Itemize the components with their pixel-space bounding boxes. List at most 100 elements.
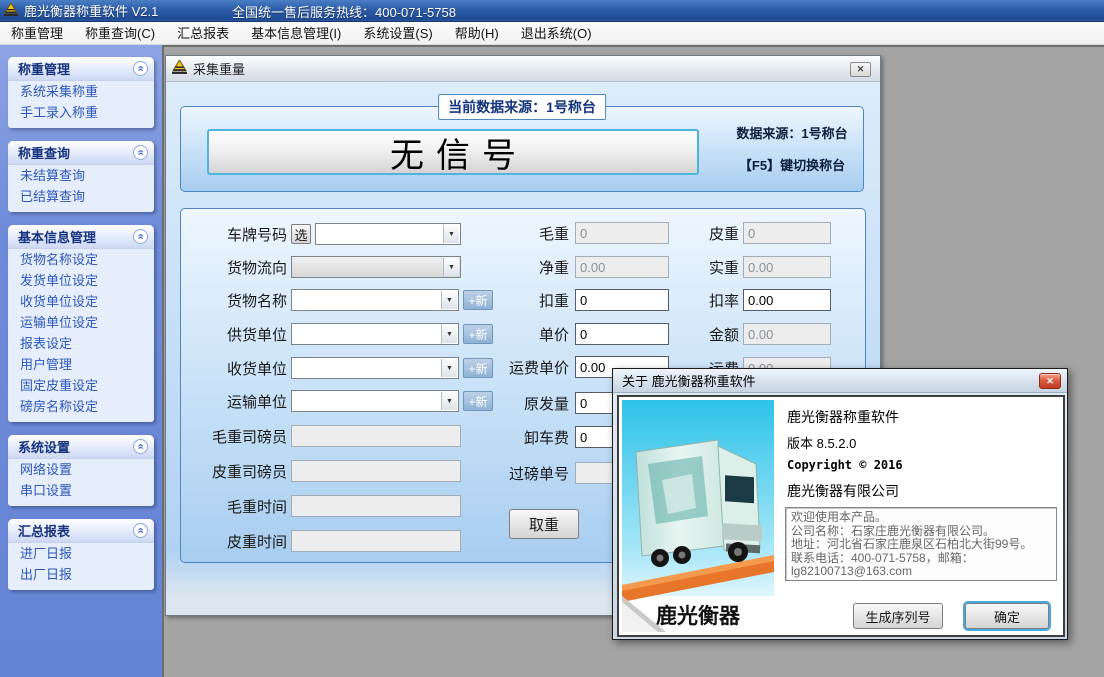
menu-system-settings[interactable]: 系统设置(S) (352, 22, 443, 45)
sidebar-item-serial-settings[interactable]: 串口设置 (8, 480, 154, 501)
sidebar-item-unsettled-query[interactable]: 未结算查询 (8, 165, 154, 186)
menu-exit[interactable]: 退出系统(O) (510, 22, 603, 45)
sidebar-item-settled-query[interactable]: 已结算查询 (8, 186, 154, 207)
menu-weigh-manage[interactable]: 称重管理 (0, 22, 74, 45)
dropdown-arrow-icon[interactable] (443, 258, 459, 276)
gross-operator-label: 毛重司磅员 (185, 426, 287, 447)
dropdown-arrow-icon[interactable] (443, 225, 459, 243)
plate-select-button[interactable]: 选 (291, 224, 311, 244)
weight-display: 无信号 (207, 129, 699, 175)
plate-number-label: 车牌号码 (185, 224, 287, 245)
dropdown-arrow-icon[interactable] (441, 325, 457, 343)
tare-operator-field (291, 460, 461, 482)
data-source-groupbox: 当前数据来源：1号称台 无信号 数据来源：1号称台 【F5】键切换称台 (180, 106, 864, 192)
generate-serial-button[interactable]: 生成序列号 (853, 603, 943, 629)
gross-operator-field (291, 425, 461, 447)
sidebar-group-title: 称重查询 (18, 143, 70, 162)
collapse-chevron-icon[interactable] (133, 145, 148, 160)
supplier-label: 供货单位 (185, 324, 287, 345)
window-title: 采集重量 (193, 59, 245, 78)
deduct-rate-field[interactable] (743, 289, 831, 311)
dropdown-arrow-icon[interactable] (441, 392, 457, 410)
menu-summary-report[interactable]: 汇总报表 (166, 22, 240, 45)
sidebar-group-header[interactable]: 系统设置 (8, 435, 154, 459)
menu-weigh-query[interactable]: 称重查询(C) (74, 22, 166, 45)
sidebar-item-inbound-daily[interactable]: 进厂日报 (8, 543, 154, 564)
collapse-chevron-icon[interactable] (133, 439, 148, 454)
dropdown-arrow-icon[interactable] (441, 291, 457, 309)
truck-photo-caption: 鹿光衡器 (622, 600, 774, 630)
sidebar-item-manual-entry[interactable]: 手工录入称重 (8, 102, 154, 123)
receiver-label: 收货单位 (185, 358, 287, 379)
tare-weight-field (743, 222, 831, 244)
transport-combo[interactable] (291, 390, 459, 412)
switch-scale-hint: 【F5】键切换称台 (721, 155, 863, 174)
data-source-line: 数据来源：1号称台 (721, 123, 863, 142)
sidebar-group-title: 系统设置 (18, 437, 70, 456)
sidebar-group-header[interactable]: 基本信息管理 (8, 225, 154, 249)
about-info-box: 欢迎使用本产品。 公司名称：石家庄鹿光衡器有限公司。 地址：河北省石家庄鹿泉区石… (785, 507, 1057, 581)
sidebar-group-header[interactable]: 称重查询 (8, 141, 154, 165)
sidebar-group-weigh-query: 称重查询 未结算查询 已结算查询 (8, 141, 154, 212)
net-weight-label: 净重 (471, 257, 569, 278)
goods-name-combo[interactable] (291, 289, 459, 311)
ok-button[interactable]: 确定 (965, 603, 1049, 629)
goods-flow-label: 货物流向 (185, 257, 287, 278)
sidebar-item-receiver-unit[interactable]: 收货单位设定 (8, 291, 154, 312)
gross-weight-label: 毛重 (471, 223, 569, 244)
amount-field (743, 323, 831, 345)
tare-time-label: 皮重时间 (185, 531, 287, 552)
sidebar-item-network-settings[interactable]: 网络设置 (8, 459, 154, 480)
sidebar-group-title: 基本信息管理 (18, 227, 96, 246)
goods-name-label: 货物名称 (185, 290, 287, 311)
hotline-text: 全国统一售后服务热线：400-071-5758 (232, 2, 456, 21)
freight-price-label: 运费单价 (471, 357, 569, 378)
collapse-chevron-icon[interactable] (133, 61, 148, 76)
sidebar-item-fixed-tare[interactable]: 固定皮重设定 (8, 375, 154, 396)
sidebar-item-report-settings[interactable]: 报表设定 (8, 333, 154, 354)
take-weight-button[interactable]: 取重 (509, 509, 579, 539)
menu-help[interactable]: 帮助(H) (444, 22, 510, 45)
original-qty-label: 原发量 (471, 393, 569, 414)
about-product-name: 鹿光衡器称重软件 (787, 407, 899, 427)
sidebar-group-header[interactable]: 称重管理 (8, 57, 154, 81)
tare-weight-label: 皮重 (659, 223, 739, 244)
actual-weight-field (743, 256, 831, 278)
sidebar-group-header[interactable]: 汇总报表 (8, 519, 154, 543)
about-dialog-content: 鹿光衡器 鹿光衡器称重软件 版本 8.5.2.0 Copyright © 201… (617, 395, 1065, 637)
about-info-line: 欢迎使用本产品。 (791, 511, 1051, 525)
window-close-icon[interactable] (850, 62, 871, 77)
supplier-combo[interactable] (291, 323, 459, 345)
app-logo-icon (4, 3, 18, 19)
menu-basic-info[interactable]: 基本信息管理(I) (240, 22, 352, 45)
actual-weight-label: 实重 (659, 257, 739, 278)
sidebar-item-scale-house-name[interactable]: 磅房名称设定 (8, 396, 154, 417)
dialog-close-icon[interactable] (1039, 373, 1061, 389)
sidebar-item-transport-unit[interactable]: 运输单位设定 (8, 312, 154, 333)
transport-label: 运输单位 (185, 391, 287, 412)
sidebar-group-weigh-manage: 称重管理 系统采集称重 手工录入称重 (8, 57, 154, 128)
sidebar-item-sender-unit[interactable]: 发货单位设定 (8, 270, 154, 291)
plate-number-combo[interactable] (315, 223, 461, 245)
dropdown-arrow-icon[interactable] (441, 359, 457, 377)
collect-weight-titlebar: 采集重量 (166, 56, 880, 82)
unload-fee-label: 卸车费 (471, 427, 569, 448)
sidebar-group-basic-info: 基本信息管理 货物名称设定 发货单位设定 收货单位设定 运输单位设定 报表设定 … (8, 225, 154, 422)
receiver-combo[interactable] (291, 357, 459, 379)
sidebar-item-goods-name[interactable]: 货物名称设定 (8, 249, 154, 270)
unit-price-field[interactable] (575, 323, 669, 345)
sidebar-item-user-manage[interactable]: 用户管理 (8, 354, 154, 375)
sidebar: 称重管理 系统采集称重 手工录入称重 称重查询 未结算查询 已结算查询 基本信息… (0, 45, 162, 677)
gross-time-label: 毛重时间 (185, 496, 287, 517)
menu-bar: 称重管理 称重查询(C) 汇总报表 基本信息管理(I) 系统设置(S) 帮助(H… (0, 22, 1104, 45)
deduct-weight-field[interactable] (575, 289, 669, 311)
collapse-chevron-icon[interactable] (133, 229, 148, 244)
about-version: 版本 8.5.2.0 (787, 433, 856, 452)
sidebar-item-outbound-daily[interactable]: 出厂日报 (8, 564, 154, 585)
about-company: 鹿光衡器有限公司 (787, 481, 899, 501)
collapse-chevron-icon[interactable] (133, 523, 148, 538)
sidebar-item-system-collect[interactable]: 系统采集称重 (8, 81, 154, 102)
unit-price-label: 单价 (471, 324, 569, 345)
app-titlebar: 鹿光衡器称重软件 V2.1 全国统一售后服务热线：400-071-5758 (0, 0, 1104, 22)
goods-flow-combo[interactable] (291, 256, 461, 278)
